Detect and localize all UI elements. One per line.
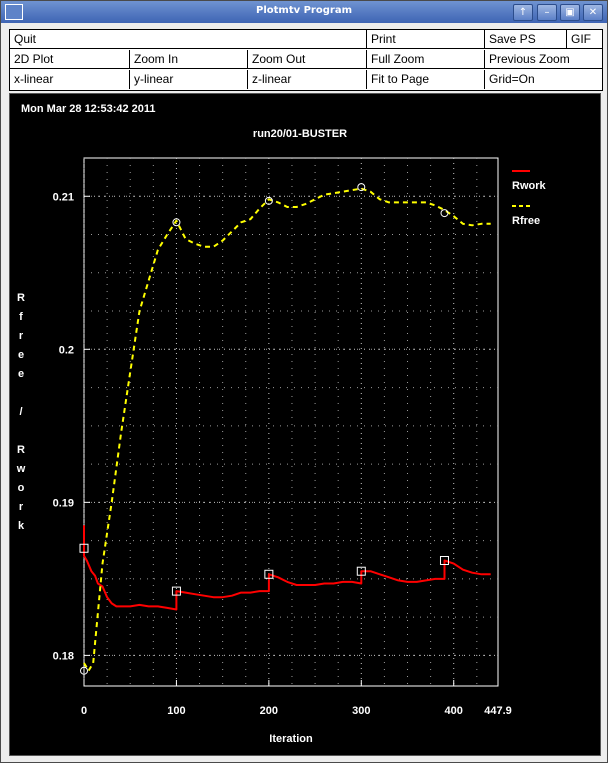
y-axis-label-char: R [17, 444, 25, 456]
rfree-marker [357, 183, 366, 192]
x-tick-label: 300 [352, 705, 370, 717]
y-axis-label-char: f [19, 311, 23, 323]
zoom-out-button[interactable]: Zoom Out [248, 50, 367, 69]
2d-plot-button[interactable]: 2D Plot [10, 50, 130, 69]
series-layer [79, 183, 491, 675]
title-bar[interactable]: Plotmtv Program ↑ – ▣ ✕ [1, 1, 607, 23]
axes: 0 100 200 300 400 447.9 0.18 0.19 0.2 0.21 [53, 191, 512, 717]
minimize-button[interactable]: – [537, 4, 557, 21]
rfree-marker [440, 209, 449, 218]
x-tick-label: 0 [81, 705, 87, 717]
previous-zoom-button[interactable]: Previous Zoom [485, 50, 602, 69]
plot-menu: Quit Print Save PS GIF 2D Plot Zoom In Z… [9, 29, 603, 91]
y-linear-button[interactable]: y-linear [130, 70, 248, 89]
y-axis-label-char: e [18, 368, 24, 380]
plotmtv-window: Plotmtv Program ↑ – ▣ ✕ Quit Print Save … [0, 0, 608, 763]
legend: Rwork Rfree [512, 170, 547, 227]
x-tick-label: 447.9 [484, 705, 512, 717]
close-button[interactable]: ✕ [583, 4, 603, 21]
plot-svg: Mon Mar 28 12:53:42 2011 run20/01-BUSTER… [16, 103, 547, 745]
y-tick-label: 0.18 [53, 650, 74, 662]
series-line-rfree [83, 187, 491, 672]
print-button[interactable]: Print [367, 30, 485, 49]
maximize-button[interactable]: ▣ [560, 4, 580, 21]
series-line-rwork [83, 525, 491, 611]
x-tick-label: 200 [260, 705, 278, 717]
y-tick-label: 0.2 [59, 344, 74, 356]
x-tick-label: 100 [167, 705, 185, 717]
plot-timestamp: Mon Mar 28 12:53:42 2011 [21, 103, 156, 115]
chart-title: run20/01-BUSTER [253, 128, 347, 140]
zoom-in-button[interactable]: Zoom In [130, 50, 248, 69]
y-axis-label-char: r [19, 501, 24, 513]
legend-rwork-label: Rwork [512, 180, 547, 192]
grid-toggle-button[interactable]: Grid=On [485, 70, 602, 89]
y-tick-label: 0.19 [53, 497, 74, 509]
x-axis-label: Iteration [269, 733, 313, 745]
y-axis-label: Rfree/Rwork [16, 292, 26, 532]
full-zoom-button[interactable]: Full Zoom [367, 50, 485, 69]
save-ps-button[interactable]: Save PS [485, 30, 567, 49]
y-axis-label-char: k [18, 520, 25, 532]
fit-to-page-button[interactable]: Fit to Page [367, 70, 485, 89]
x-tick-label: 400 [445, 705, 463, 717]
y-axis-label-char: e [18, 349, 24, 361]
legend-rfree-label: Rfree [512, 215, 540, 227]
quit-button[interactable]: Quit [10, 30, 367, 49]
y-axis-label-char: / [19, 406, 22, 418]
plot-canvas[interactable]: Mon Mar 28 12:53:42 2011 run20/01-BUSTER… [9, 93, 601, 756]
gif-button[interactable]: GIF [567, 30, 602, 49]
shade-up-button[interactable]: ↑ [513, 4, 533, 21]
y-axis-label-char: w [16, 463, 26, 475]
y-tick-label: 0.21 [53, 191, 74, 203]
z-linear-button[interactable]: z-linear [248, 70, 367, 89]
y-axis-label-char: R [17, 292, 25, 304]
x-linear-button[interactable]: x-linear [10, 70, 130, 89]
y-axis-label-char: r [19, 330, 24, 342]
y-axis-label-char: o [18, 482, 25, 494]
